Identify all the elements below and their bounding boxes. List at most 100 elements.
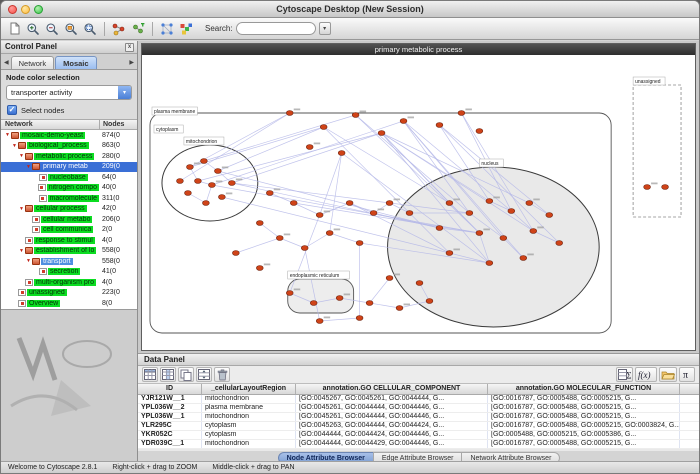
window-titlebar[interactable]: Cytoscape Desktop (New Session) [1, 1, 699, 18]
network-tree-item[interactable]: macromolecule311(0 [1, 193, 137, 204]
network-node[interactable] [301, 246, 308, 251]
table-cell[interactable]: [GO:0016787, GO:0005488, GO:0005215, GO:… [488, 422, 680, 430]
network-node[interactable] [200, 159, 207, 164]
open-folder-icon[interactable] [659, 367, 677, 382]
table-row[interactable]: YKR052Ccytoplasm[GO:0044444, GO:0044424,… [138, 431, 699, 440]
table-cell[interactable]: YPL036W__1 [138, 413, 202, 421]
select-nodes-checkbox[interactable]: ✓ [7, 105, 17, 115]
network-node[interactable] [214, 169, 221, 174]
delete-table-icon[interactable] [214, 367, 230, 382]
network-node[interactable] [526, 201, 533, 206]
network-tree-item[interactable]: ▼biological_process863(0 [1, 141, 137, 152]
network-node[interactable] [316, 319, 323, 324]
network-node[interactable] [256, 266, 263, 271]
tree-expander-icon[interactable]: ▼ [4, 132, 11, 138]
network-node[interactable] [406, 211, 413, 216]
network-tree-item[interactable]: unassigned223(0 [1, 288, 137, 299]
network-tree-item[interactable]: nitrogen compo40(0 [1, 183, 137, 194]
network-node[interactable] [476, 129, 483, 134]
network-node[interactable] [446, 251, 453, 256]
search-options-dropdown[interactable]: ▾ [319, 22, 331, 35]
network-tree-item[interactable]: ▼mosaic-demo-yeast874(0 [1, 130, 137, 141]
new-network-from-selection-icon[interactable] [129, 20, 147, 38]
zoom-out-icon[interactable] [43, 20, 61, 38]
document-icon[interactable] [5, 20, 23, 38]
select-columns-icon[interactable] [160, 367, 176, 382]
table-cell[interactable]: plasma membrane [202, 404, 296, 412]
table-row[interactable]: YDR039C__1mitochondrion[GO:0044444, GO:0… [138, 440, 699, 449]
layout-icon[interactable] [158, 20, 176, 38]
network-node[interactable] [316, 213, 323, 218]
network-node[interactable] [508, 209, 515, 214]
network-node[interactable] [310, 301, 317, 306]
search-input[interactable] [236, 22, 316, 35]
column-header[interactable]: annotation.GO CELLULAR_COMPONENT [296, 384, 488, 394]
network-node[interactable] [276, 236, 283, 241]
function-icon[interactable]: f(x) [635, 367, 657, 382]
table-row[interactable]: YLR295Ccytoplasm[GO:0045263, GO:0044444,… [138, 422, 699, 431]
network-node[interactable] [436, 226, 443, 231]
network-node[interactable] [232, 251, 239, 256]
network-tree-item[interactable]: ▼primary metab209(0 [1, 162, 137, 173]
network-node[interactable] [500, 236, 507, 241]
nodes-column-header[interactable]: Nodes [99, 120, 137, 129]
network-node[interactable] [202, 201, 209, 206]
network-node[interactable] [556, 241, 563, 246]
table-cell[interactable]: [GO:0016787, GO:0005488, GO:0005215, G..… [488, 413, 680, 421]
network-node[interactable] [338, 151, 345, 156]
vizmapper-icon[interactable] [177, 20, 195, 38]
table-cell[interactable]: [GO:0016787, GO:0005488, GO:0005215, G..… [488, 404, 680, 412]
tree-expander-icon[interactable]: ▼ [25, 164, 32, 170]
network-node[interactable] [208, 183, 215, 188]
table-cell[interactable]: [GO:0005488, GO:0005215, GO:0005386, G..… [488, 431, 680, 439]
pi-icon[interactable]: π [679, 367, 695, 382]
node-color-dropdown[interactable]: transporter activity ▾ [6, 85, 132, 100]
table-cell[interactable]: [GO:0016787, GO:0005488, GO:0005215, G..… [488, 395, 680, 403]
network-tree-item[interactable]: cellular metabo206(0 [1, 214, 137, 225]
network-node[interactable] [218, 195, 225, 200]
network-node[interactable] [458, 111, 465, 116]
table-cell[interactable]: mitochondrion [202, 413, 296, 421]
network-node[interactable] [644, 185, 651, 190]
table-sum-icon[interactable]: Σ [616, 367, 633, 382]
table-row[interactable]: YJR121W__1mitochondrion[GO:0045267, GO:0… [138, 395, 699, 404]
network-node[interactable] [466, 211, 473, 216]
table-cell[interactable]: [GO:0045261, GO:0044444, GO:0044446, G..… [296, 404, 488, 412]
tree-expander-icon[interactable]: ▼ [18, 248, 25, 254]
network-node[interactable] [662, 185, 669, 190]
table-cell[interactable]: YJR121W__1 [138, 395, 202, 403]
network-node[interactable] [486, 199, 493, 204]
birdseye-overview[interactable] [1, 309, 137, 461]
network-tree-item[interactable]: Overview8(0 [1, 298, 137, 309]
network-node[interactable] [446, 201, 453, 206]
tab-network[interactable]: Network [11, 56, 55, 69]
network-tree-item[interactable]: nucleobase64(0 [1, 172, 137, 183]
network-node[interactable] [396, 306, 403, 311]
network-node[interactable] [306, 145, 313, 150]
network-node[interactable] [346, 201, 353, 206]
tab-mosaic[interactable]: Mosaic [55, 56, 96, 69]
network-node[interactable] [326, 231, 333, 236]
table-cell[interactable]: YLR295C [138, 422, 202, 430]
network-node[interactable] [356, 316, 363, 321]
network-node[interactable] [486, 261, 493, 266]
column-header[interactable]: _cellularLayoutRegion [202, 384, 296, 394]
network-node[interactable] [378, 131, 385, 136]
network-node[interactable] [520, 256, 527, 261]
network-tree-item[interactable]: ▼transport558(0 [1, 256, 137, 267]
network-canvas[interactable]: plasma membranecytoplasmmitochondrionnuc… [142, 55, 695, 349]
row-height-icon[interactable] [196, 367, 212, 382]
table-cell[interactable]: YKR052C [138, 431, 202, 439]
network-node[interactable] [320, 125, 327, 130]
network-node[interactable] [356, 241, 363, 246]
network-node[interactable] [256, 221, 263, 226]
table-cell[interactable]: mitochondrion [202, 395, 296, 403]
first-neighbors-icon[interactable] [110, 20, 128, 38]
network-tree-item[interactable]: ▼establishment of lo558(0 [1, 246, 137, 257]
network-tree-item[interactable]: response to stimul4(0 [1, 235, 137, 246]
network-view-title[interactable]: primary metabolic process [142, 44, 695, 55]
network-node[interactable] [370, 211, 377, 216]
table-cell[interactable]: mitochondrion [202, 440, 296, 448]
table-cell[interactable]: [GO:0016787, GO:0005488, GO:0005215, G..… [488, 440, 680, 448]
network-tree-item[interactable]: multi-organism pro4(0 [1, 277, 137, 288]
